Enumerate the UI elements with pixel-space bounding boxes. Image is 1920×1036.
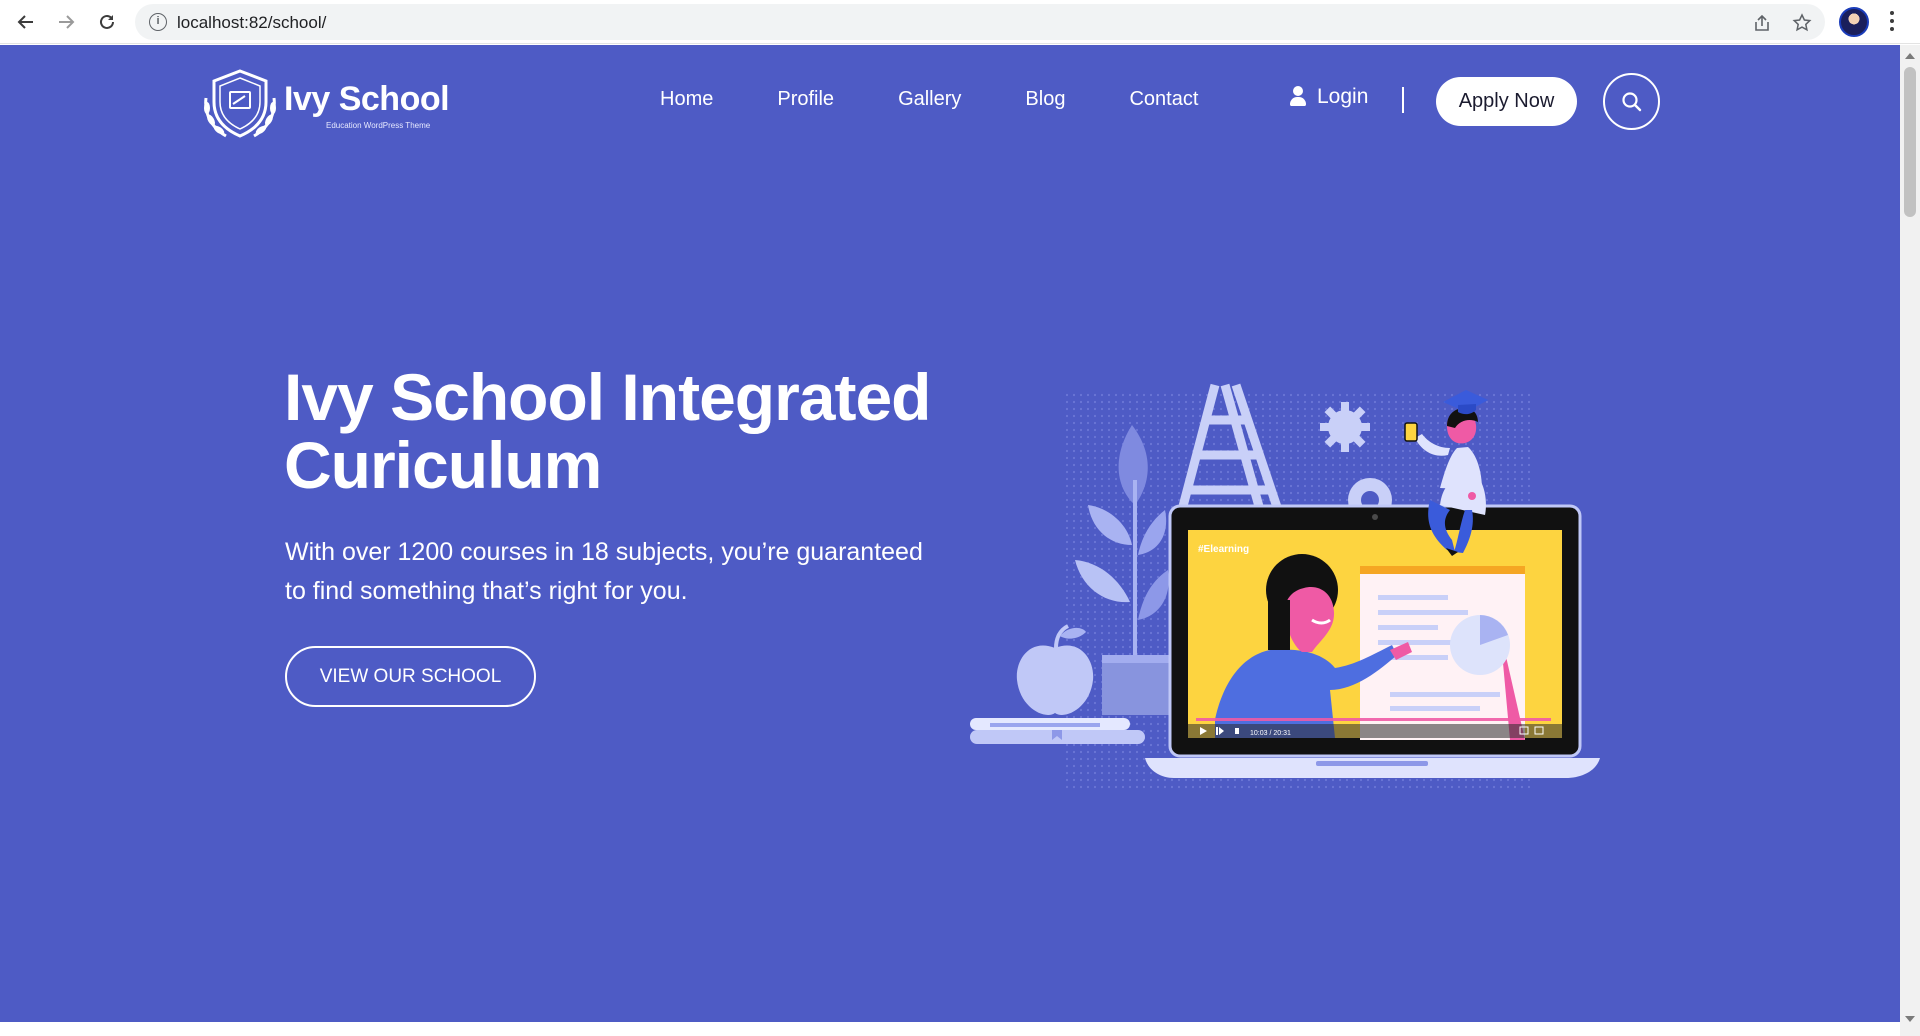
- elearning-illustration: #Elearning 10:03 / 20:31: [970, 383, 1600, 790]
- back-icon[interactable]: [12, 8, 40, 36]
- address-bar[interactable]: i localhost:82/school/: [135, 4, 1825, 40]
- hero-section: Ivy School Education WordPress Theme Hom…: [0, 45, 1900, 1022]
- books-icon: [970, 718, 1145, 744]
- site-info-icon[interactable]: i: [149, 13, 167, 31]
- user-icon: [1289, 86, 1307, 108]
- apply-now-button[interactable]: Apply Now: [1436, 77, 1577, 126]
- logo-name: Ivy School: [284, 80, 450, 118]
- hero-subtitle: With over 1200 courses in 18 subjects, y…: [285, 538, 923, 605]
- scrollbar-thumb[interactable]: [1904, 67, 1916, 217]
- share-icon[interactable]: [1752, 13, 1772, 33]
- menu-item-contact[interactable]: Contact: [1129, 88, 1198, 111]
- scroll-up-icon[interactable]: [1905, 53, 1915, 59]
- header-divider: [1402, 87, 1404, 113]
- logo-tagline: Education WordPress Theme: [326, 121, 431, 130]
- login-label: Login: [1317, 85, 1369, 108]
- menu-item-gallery[interactable]: Gallery: [898, 88, 961, 111]
- page-bottom-edge: [0, 1022, 1900, 1036]
- page-scrollbar[interactable]: [1900, 45, 1920, 1036]
- menu-item-profile[interactable]: Profile: [777, 88, 834, 111]
- video-time: 10:03 / 20:31: [1250, 730, 1291, 737]
- browser-menu-icon[interactable]: [1885, 6, 1899, 36]
- hero-title: Ivy School Integrated Curiculum: [284, 360, 931, 502]
- profile-avatar[interactable]: [1839, 7, 1869, 37]
- view-our-school-button[interactable]: VIEW OUR SCHOOL: [285, 646, 536, 707]
- reload-icon[interactable]: [93, 8, 121, 36]
- bookmark-star-icon[interactable]: [1792, 13, 1812, 33]
- shield-crest-icon: [204, 69, 276, 138]
- main-menu: Home Profile Gallery Blog Contact: [660, 88, 1262, 111]
- scroll-down-icon[interactable]: [1905, 1016, 1915, 1022]
- menu-item-home[interactable]: Home: [660, 88, 713, 111]
- search-button[interactable]: [1603, 73, 1660, 130]
- video-tag: #Elearning: [1198, 544, 1249, 555]
- url-text: localhost:82/school/: [177, 13, 327, 32]
- site-logo[interactable]: Ivy School Education WordPress Theme: [200, 68, 460, 142]
- login-link[interactable]: Login: [1289, 85, 1368, 109]
- forward-icon[interactable]: [52, 8, 80, 36]
- browser-toolbar: i localhost:82/school/: [0, 0, 1920, 44]
- search-icon: [1621, 91, 1641, 111]
- menu-item-blog[interactable]: Blog: [1025, 88, 1065, 111]
